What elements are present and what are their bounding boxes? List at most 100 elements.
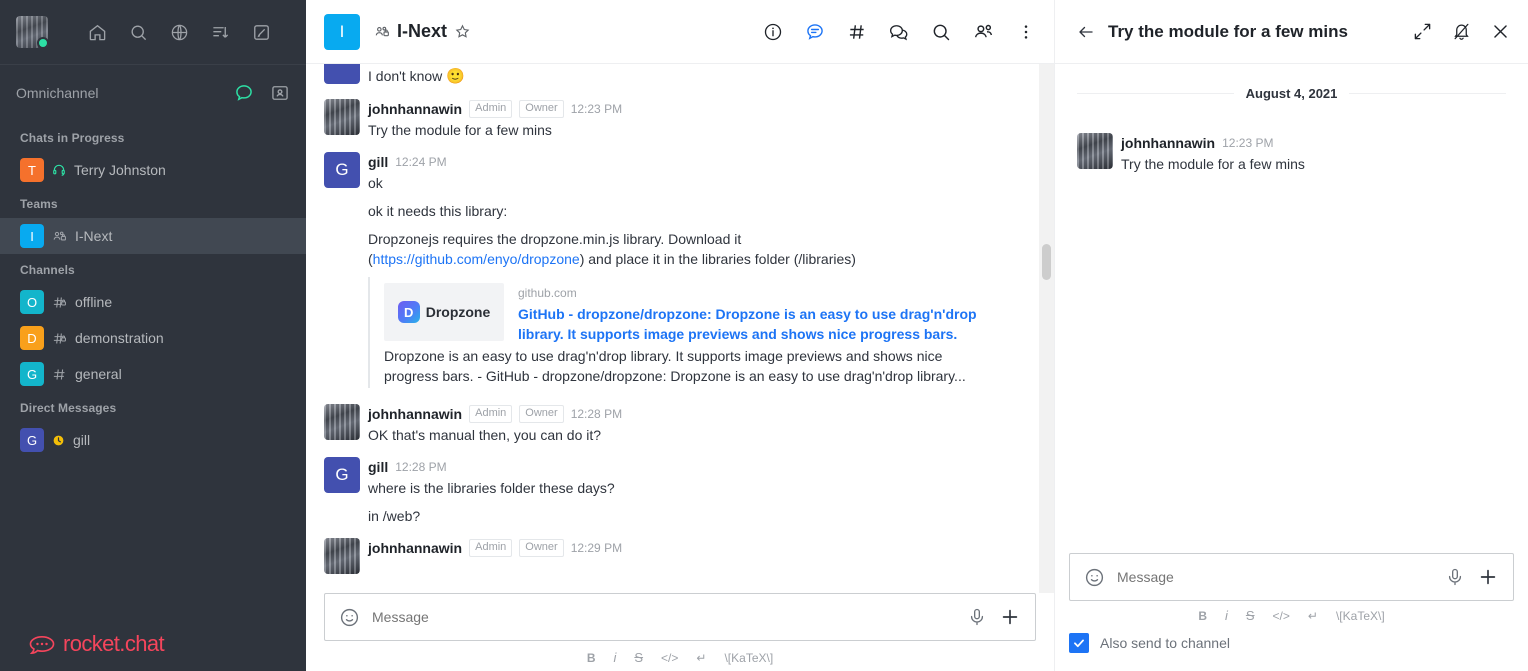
format-code-button[interactable]: </> [1273,609,1290,623]
sidebar-section-title: Direct Messages [20,401,117,415]
thread-header-actions [1413,22,1510,41]
contact-card-icon[interactable] [270,83,290,103]
message-input[interactable] [372,609,955,625]
message-username[interactable]: johnhannawin [1121,133,1215,153]
sidebar-item-demonstration[interactable]: D demonstration [0,320,306,356]
message-list[interactable]: I don't know 🙂 johnhannawin Admin Owner … [306,64,1054,593]
thread-header: Try the module for a few mins [1055,0,1528,64]
close-icon[interactable] [1491,22,1510,41]
microphone-icon[interactable] [1445,567,1465,587]
user-avatar[interactable] [16,16,48,48]
globe-icon[interactable] [170,23,189,42]
info-circle-icon[interactable] [763,22,783,42]
format-code-button[interactable]: </> [661,651,678,665]
message-header: johnhannawin Admin Owner 12:29 PM [368,538,1028,558]
create-new-icon[interactable] [252,23,271,42]
plus-icon[interactable] [1477,566,1499,588]
livechat-icon [52,163,66,177]
threads-icon[interactable] [805,22,825,42]
emoji-icon[interactable] [1084,567,1105,588]
hashtag-icon[interactable] [847,22,867,42]
sidebar-item-terry-johnston[interactable]: T Terry Johnston [0,152,306,188]
sidebar-item-label: demonstration [75,330,164,346]
thread-message-list[interactable]: August 4, 2021 johnhannawin 12:23 PM Try… [1055,64,1528,553]
page-title: I-Next [397,21,448,41]
home-icon[interactable] [88,23,107,42]
sidebar-item-gill[interactable]: G gill [0,422,306,458]
message-body: johnhannawin Admin Owner 12:23 PM Try th… [368,99,1028,140]
thread-panel: Try the module for a few mins August 4, … [1054,0,1528,671]
message-username[interactable]: johnhannawin [368,99,462,119]
link-preview[interactable]: D Dropzone github.com GitHub - dropzone/… [368,277,998,388]
sidebar-item-offline[interactable]: O offline [0,284,306,320]
link-preview-title[interactable]: GitHub - dropzone/dropzone: Dropzone is … [518,302,998,344]
away-status-icon [52,434,65,447]
thread-message-input[interactable] [1117,569,1433,585]
message-composer[interactable] [324,593,1036,641]
sidebar-section-title: Chats in Progress [20,131,125,145]
star-outline-icon[interactable] [454,23,471,40]
link-preview-thumbnail: D Dropzone [384,283,504,341]
role-tag-admin: Admin [469,539,513,557]
emoji-icon[interactable] [339,607,360,628]
format-multiline-button[interactable]: ↵ [1308,609,1318,623]
omnichannel-balloon-icon[interactable] [234,83,254,103]
message-list-scrollbar[interactable] [1039,64,1054,593]
message-text-dropzone: Dropzonejs requires the dropzone.min.js … [368,221,1028,269]
link-preview-description: Dropzone is an easy to use drag'n'drop l… [384,348,966,384]
format-katex-button[interactable]: \[KaTeX\] [1336,609,1385,623]
expand-icon[interactable] [1413,22,1432,41]
omnichannel-row: Omnichannel [0,64,306,120]
sidebar-item-i-next[interactable]: I I-Next [0,218,306,254]
search-icon[interactable] [931,22,951,42]
dropzone-line-suffix: ) and place it in the libraries folder (… [579,251,856,267]
plus-icon[interactable] [999,606,1021,628]
format-italic-button[interactable]: i [613,650,616,665]
scrollbar-thumb[interactable] [1042,244,1051,280]
message-text: where is the libraries folder these days… [368,480,615,496]
message-header: johnhannawin Admin Owner 12:23 PM [368,99,1028,119]
sort-icon[interactable] [211,23,230,42]
composer-area: B i S </> ↵ \[KaTeX\] [306,593,1054,671]
sidebar-section-title: Channels [20,263,75,277]
avatar [324,64,360,84]
format-italic-button[interactable]: i [1225,608,1228,623]
format-strike-button[interactable]: S [634,650,643,665]
bell-off-icon[interactable] [1452,22,1471,41]
search-icon[interactable] [129,23,148,42]
message-username[interactable]: johnhannawin [368,404,462,424]
sidebar-item-label: I-Next [75,228,113,244]
thread-message-composer[interactable] [1069,553,1514,601]
divider-line [1349,93,1507,94]
message-body: johnhannawin 12:23 PM Try the module for… [1121,133,1506,174]
sidebar-item-general[interactable]: G general [0,356,306,392]
format-strike-button[interactable]: S [1246,608,1255,623]
message-body: I don't know 🙂 [368,64,1028,87]
microphone-icon[interactable] [967,607,987,627]
format-katex-button[interactable]: \[KaTeX\] [724,651,773,665]
sidebar-top-bar [0,0,306,64]
discussion-icon[interactable] [889,22,909,42]
kebab-menu-icon[interactable] [1016,22,1036,42]
format-bold-button[interactable]: B [587,651,596,665]
message-item: G gill 12:28 PM where is the libraries f… [306,447,1054,528]
dropzone-github-link[interactable]: https://github.com/enyo/dropzone [373,251,580,267]
thread-header-left: Try the module for a few mins [1077,22,1348,42]
hashtag-icon [52,367,67,382]
message-text: Try the module for a few mins [368,122,552,138]
message-username[interactable]: gill [368,457,388,477]
format-bold-button[interactable]: B [1198,609,1207,623]
message-header: johnhannawin Admin Owner 12:28 PM [368,404,1028,424]
message-item: I don't know 🙂 [306,64,1054,89]
message-username[interactable]: johnhannawin [368,538,462,558]
also-send-checkbox[interactable] [1069,633,1089,653]
avatar: O [20,290,44,314]
rocket-chat-logo: rocket.chat [28,631,165,657]
team-members-icon[interactable] [973,21,994,42]
rocket-chat-app: Omnichannel Chats in Progress T Terry Jo… [0,0,1528,671]
message-username[interactable]: gill [368,152,388,172]
sidebar-item-label: general [75,366,122,382]
format-multiline-button[interactable]: ↵ [696,651,706,665]
arrow-left-icon[interactable] [1077,23,1095,41]
thread-title: Try the module for a few mins [1108,21,1348,41]
